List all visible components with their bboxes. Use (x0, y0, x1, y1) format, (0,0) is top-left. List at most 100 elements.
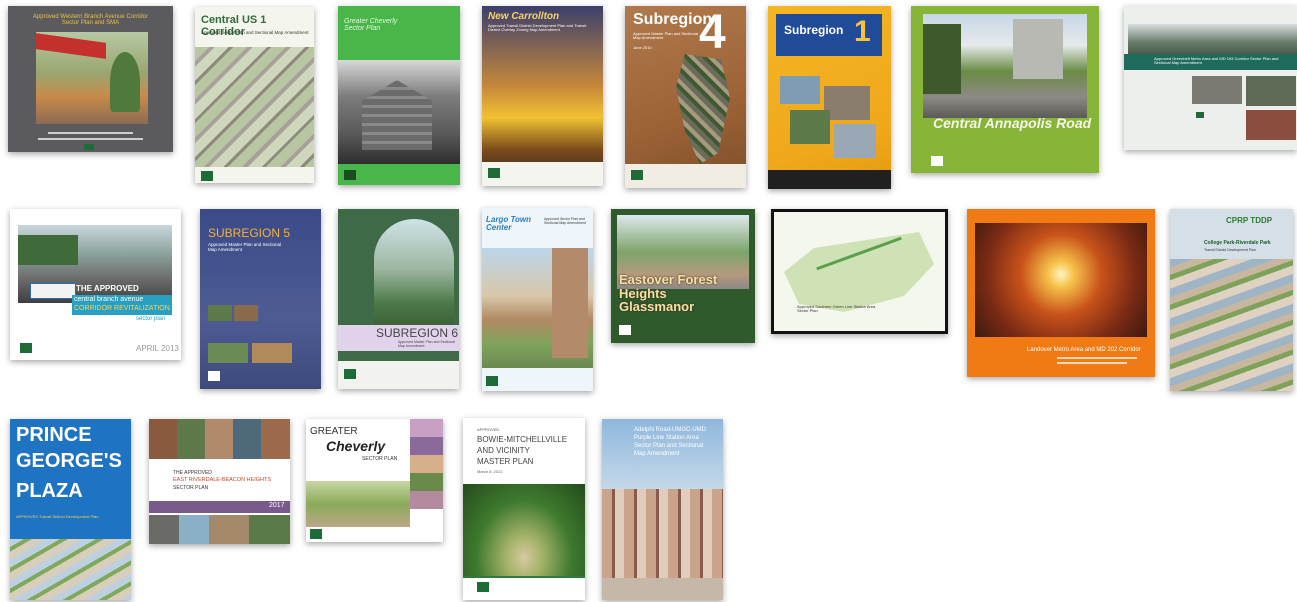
cover-title-line2: GEORGE'S (16, 450, 122, 472)
cover-footer-band (768, 170, 891, 189)
cover-date: APRIL 2013 (136, 344, 179, 353)
cover-park-rendering (306, 481, 410, 527)
cover-footer-band (338, 361, 459, 389)
cover-college-park-riverdale[interactable]: CPRP TDDP College Park-Riverdale Park Tr… (1170, 209, 1293, 391)
cover-bowie-mitchellville[interactable]: APPROVED BOWIE-MITCHELLVILLE AND VICINIT… (463, 418, 585, 600)
cover-largo-town-center[interactable]: Largo Town Center Approved Sector Plan a… (482, 208, 593, 391)
cover-date: June 2010 (633, 45, 652, 50)
cover-title-line1: THE APPROVED (76, 284, 139, 293)
cover-number: 4 (699, 6, 726, 59)
cover-title: Greater Cheverly Sector Plan (344, 18, 398, 33)
cover-title-line2: Cheverly (326, 438, 386, 454)
cover-title: Approved Western Branch Avenue Corridor … (32, 14, 149, 27)
cover-title-line3: AND VICINITY (477, 446, 530, 455)
cover-subtitle: Approved Sector Plan and Sectional Map A… (544, 217, 586, 225)
cover-photo-column (410, 419, 443, 509)
mncppc-logo-icon (201, 171, 213, 181)
cover-street-photos (149, 515, 290, 544)
cover-title-line2: BOWIE-MITCHELLVILLE (477, 435, 568, 444)
cover-title-line3: CORRIDOR REVITALIZATION (74, 305, 170, 312)
cover-subtitle: Approved Master Plan and Sectional Map A… (398, 340, 455, 348)
cover-illustration (36, 32, 148, 124)
cover-title-line1: APPROVED (477, 427, 500, 432)
cover-aerial-view (195, 47, 314, 167)
cover-prince-georges-plaza[interactable]: PRINCE GEORGE'S PLAZA APPROVED Transit D… (10, 419, 131, 600)
cover-aerial-rendering (1170, 259, 1293, 391)
cover-title: Landover Metro Area and MD 202 Corridor (1027, 347, 1141, 353)
mncppc-logo-icon (488, 168, 500, 178)
cover-landover-metro[interactable]: Landover Metro Area and MD 202 Corridor (967, 209, 1155, 377)
cover-southern-green-line[interactable]: Approved Southern Green Line Station Are… (771, 209, 948, 334)
mncppc-logo-icon (1196, 112, 1204, 118)
cover-subregion-4[interactable]: Subregion 4 Approved Master Plan and Sec… (625, 6, 746, 188)
cover-title-line4: sector plan (136, 316, 166, 322)
mncppc-logo-icon (931, 156, 943, 166)
cover-year: 2017 (269, 502, 285, 509)
cover-photo-strip (208, 305, 292, 365)
cover-title-line1: CPRP TDDP (1226, 216, 1273, 225)
cover-title-line1: PRINCE (16, 424, 92, 446)
cover-title-line1: GREATER (310, 426, 358, 437)
cover-western-branch[interactable]: Approved Western Branch Avenue Corridor … (8, 6, 173, 152)
cover-number: 1 (854, 15, 871, 48)
cover-central-branch-avenue[interactable]: THE APPROVED central branch avenue CORRI… (10, 209, 181, 360)
mncppc-logo-icon (486, 376, 498, 386)
cover-subtitle: Approved Master Plan and Sectional Map A… (208, 242, 282, 252)
mncppc-logo-icon (344, 369, 356, 379)
cover-central-us1[interactable]: Central US 1 Corridor Approved Sector Pl… (195, 7, 314, 183)
mncppc-logo-icon (84, 144, 94, 150)
cover-title-line4: Map Amendment (634, 451, 680, 457)
cover-central-annapolis-road[interactable]: Central Annapolis Road (911, 6, 1099, 173)
cover-photo-mosaic-map (676, 54, 730, 164)
mncppc-logo-icon (208, 371, 220, 381)
cover-subregion-6[interactable]: SUBREGION 6 Approved Master Plan and Sec… (338, 209, 459, 389)
cover-date: March 8, 2022 (477, 469, 503, 474)
cover-lake-photo (1128, 24, 1297, 54)
cover-eastover-forest-heights[interactable]: Eastover Forest Heights Glassmanor (611, 209, 755, 343)
cover-photo-grid (1192, 76, 1296, 142)
cover-stone-building-photo (338, 60, 460, 164)
cover-photo-collage (780, 76, 880, 166)
cover-sun-rendering (975, 223, 1147, 337)
cover-subregion-5[interactable]: SUBREGION 5 Approved Master Plan and Sec… (200, 209, 321, 389)
cover-adelphi-road[interactable]: Adelphi Road-UMGC-UMD Purple Line Statio… (602, 419, 723, 600)
cover-greater-cheverly[interactable]: GREATER Cheverly SECTOR PLAN (306, 419, 443, 542)
mncppc-logo-icon (310, 529, 322, 539)
cover-aerial-rendering (10, 539, 131, 600)
mncppc-logo-icon (20, 343, 32, 353)
cover-title: Subregion (784, 23, 844, 37)
cover-title-line1: Adelphi Road-UMGC-UMD (634, 427, 707, 433)
cover-greenbelt-metro[interactable]: Approved Greenbelt Metro Area and MD 193… (1124, 6, 1297, 150)
mncppc-logo-icon (344, 170, 356, 180)
cover-forest-photo (463, 484, 585, 576)
cover-subtitle: APPROVED Transit District Development Pl… (16, 514, 99, 519)
cover-title-line2: Purple Line Station Area (634, 435, 699, 441)
cover-title: Approved Southern Green Line Station Are… (797, 304, 876, 314)
cover-title-line3: Sector Plan and Sectional (634, 443, 704, 449)
cover-title: Largo Town Center (486, 215, 532, 233)
cover-new-carrollton[interactable]: New Carrollton Approved Transit District… (482, 6, 603, 186)
cover-subtitle: Approved Sector Plan and Sectional Map A… (201, 30, 309, 35)
cover-footer-band (625, 164, 746, 188)
cover-title: SUBREGION 6 (376, 326, 459, 340)
cover-title-line2: central branch avenue (74, 296, 144, 303)
cover-street-photo (923, 14, 1087, 118)
cover-title: SUBREGION 5 (208, 226, 291, 240)
cover-title: Eastover Forest Heights Glassmanor (619, 272, 718, 315)
cover-title: New Carrollton (488, 11, 560, 22)
mncppc-logo-icon (619, 325, 631, 335)
cover-title-line2: College Park-Riverdale Park (1204, 240, 1271, 246)
cover-title-line4: MASTER PLAN (477, 457, 534, 466)
cover-green-rule (463, 576, 585, 578)
cover-window-scene (374, 219, 454, 331)
cover-title-line3: PLAZA (16, 480, 83, 502)
cover-subtitle: Approved Master Plan and Sectional Map A… (633, 31, 698, 41)
mncppc-logo-icon (631, 170, 643, 180)
cover-greater-cheverly-green[interactable]: Greater Cheverly Sector Plan (338, 6, 460, 185)
cover-footer-band (482, 162, 603, 186)
cover-subregion-1[interactable]: Subregion 1 (768, 6, 891, 189)
cover-title: Approved Greenbelt Metro Area and MD 193… (1154, 56, 1279, 66)
cover-title: Central Annapolis Road (933, 115, 1092, 131)
cover-east-riverdale-beacon[interactable]: THE APPROVED EAST RIVERDALE-BEACON HEIGH… (149, 419, 290, 544)
cover-title-line2: EAST RIVERDALE-BEACON HEIGHTS (173, 477, 272, 483)
